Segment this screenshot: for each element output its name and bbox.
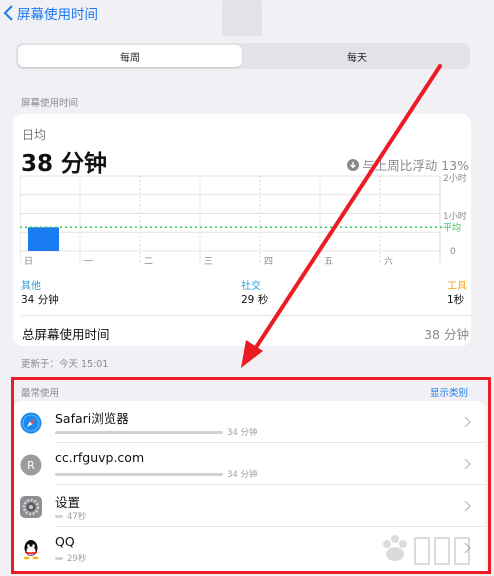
tab-daily[interactable]: 每天: [245, 45, 469, 67]
divider: [21, 315, 471, 316]
week-comparison: 与上周比浮动 13%: [347, 155, 469, 174]
summary-card: 日均 38 分钟 与上周比浮动 13% 平均 2小时 1小时 0 日 一 二 三 四 五 六…: [13, 114, 471, 346]
day-label-0: 日: [24, 256, 33, 267]
category-social-value: 29 秒: [241, 294, 269, 306]
daily-average-label: 日均: [22, 128, 47, 142]
back-button[interactable]: 屏幕使用时间: [0, 3, 98, 23]
period-segmented-control: 每周 每天: [16, 43, 470, 69]
day-label-5: 五: [324, 257, 333, 267]
updated-timestamp: 更新于：今天 15:01: [21, 359, 109, 370]
blurred-title: [222, 0, 262, 36]
total-screen-time-label: 总屏幕使用时间: [22, 327, 110, 342]
y-label-0: 0: [450, 247, 456, 257]
back-label: 屏幕使用时间: [17, 7, 98, 23]
chevron-left-icon: [3, 5, 13, 21]
day-label-2: 二: [144, 257, 153, 267]
day-label-1: 一: [84, 257, 93, 267]
arrow-down-circle-icon: [347, 158, 360, 171]
category-tools-label: 工具: [447, 281, 467, 292]
average-label: 平均: [443, 221, 461, 233]
y-label-2h: 2小时: [443, 173, 467, 184]
day-label-6: 六: [384, 255, 393, 267]
day-label-4: 四: [264, 257, 273, 267]
watermark-logo: [383, 535, 470, 565]
day-label-3: 三: [204, 257, 213, 267]
screen-time-section-header: 屏幕使用时间: [21, 98, 79, 109]
category-other-value: 34 分钟: [21, 294, 59, 306]
y-label-1h: 1小时: [443, 210, 467, 222]
category-tools-value: 1秒: [447, 294, 465, 306]
tab-weekly[interactable]: 每周: [18, 45, 242, 67]
category-other-label: 其他: [21, 281, 41, 292]
usage-chart: 平均 2小时 1小时 0 日 一 二 三 四 五 六: [20, 173, 467, 267]
bar-日: [28, 227, 59, 251]
total-screen-time-value: 38 分钟: [424, 327, 469, 342]
category-social-label: 社交: [241, 281, 261, 292]
week-comparison-text: 与上周比浮动 13%: [362, 158, 469, 173]
